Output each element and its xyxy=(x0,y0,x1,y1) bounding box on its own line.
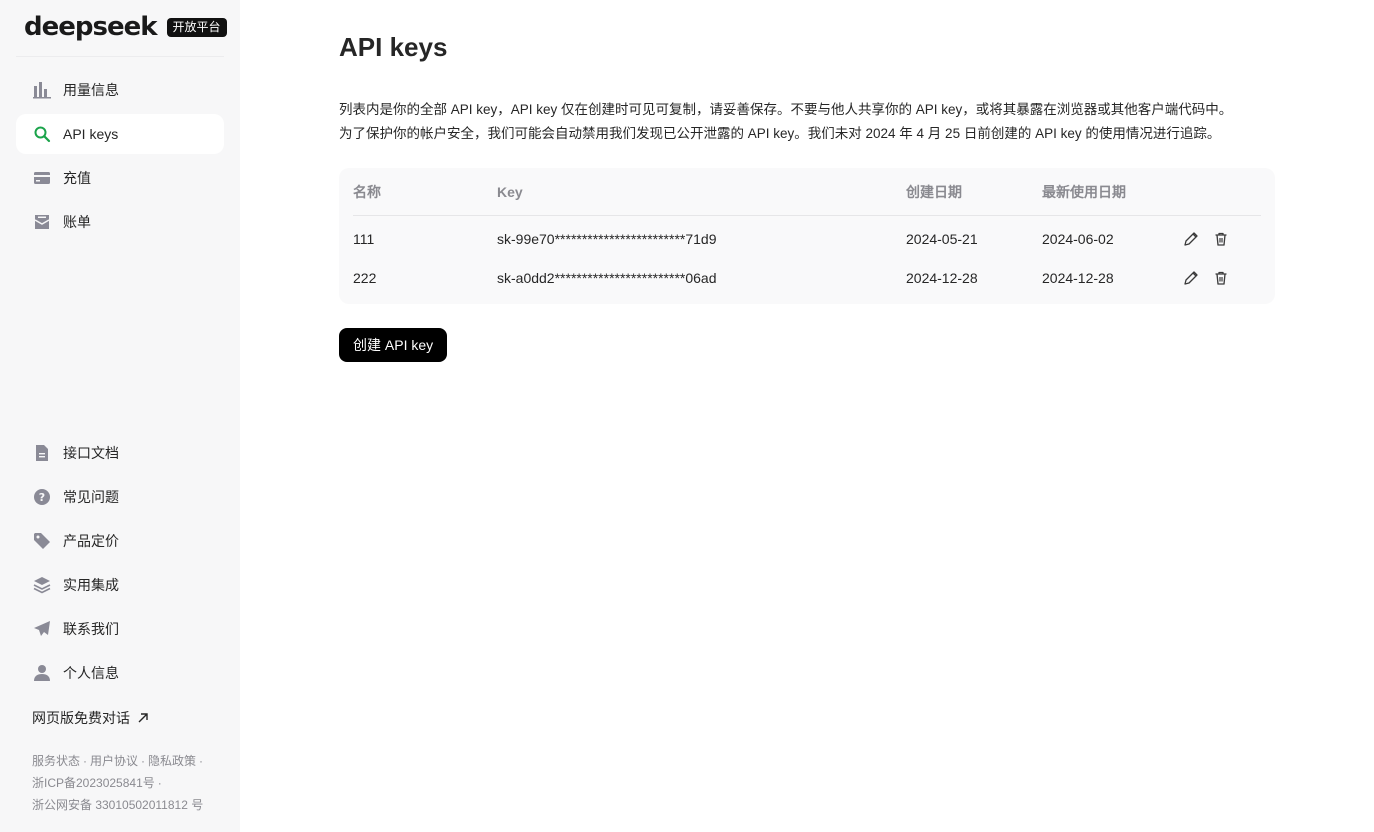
header-created: 创建日期 xyxy=(906,183,962,200)
sidebar-item-label: 用量信息 xyxy=(63,82,119,98)
icp-link[interactable]: 浙ICP备2023025841号 xyxy=(32,776,155,790)
question-icon: ? xyxy=(32,487,52,507)
edit-pencil-icon[interactable] xyxy=(1183,270,1199,286)
sidebar-item-label: 账单 xyxy=(63,214,91,230)
api-keys-table: 名称 Key 创建日期 最新使用日期 111 sk-99e70*********… xyxy=(339,168,1275,304)
table-row: 222 sk-a0dd2************************06ad… xyxy=(353,258,1261,297)
sidebar-item-api-keys[interactable]: API keys xyxy=(16,114,224,154)
sidebar-item-profile[interactable]: 个人信息 xyxy=(16,653,224,693)
created-date: 2024-12-28 xyxy=(906,269,978,286)
brand-divider xyxy=(16,56,224,57)
platform-badge: 开放平台 xyxy=(166,17,227,37)
key-value: sk-99e70************************71d9 xyxy=(497,230,717,247)
sidebar: deepseek 开放平台 用量信息 API keys 充值 账单 接口文档 ?… xyxy=(0,0,240,832)
brand[interactable]: deepseek 开放平台 xyxy=(24,12,227,42)
sidebar-item-label: 个人信息 xyxy=(63,665,119,681)
sidebar-item-label: API keys xyxy=(63,126,119,142)
footer-links: 服务状态 · 用户协议 · 隐私政策 · 浙ICP备2023025841号 · 浙公网安备 … xyxy=(32,754,204,812)
document-icon xyxy=(32,443,52,463)
invoice-icon xyxy=(32,212,52,232)
sidebar-item-usage[interactable]: 用量信息 xyxy=(16,70,224,110)
edit-pencil-icon[interactable] xyxy=(1183,231,1199,247)
key-value: sk-a0dd2************************06ad xyxy=(497,269,717,286)
price-tag-icon xyxy=(32,531,52,551)
bar-chart-icon xyxy=(32,80,52,100)
create-api-key-button[interactable]: 创建 API key xyxy=(339,328,448,362)
page-description: 列表内是你的全部 API key，API key 仅在创建时可见可复制，请妥善保… xyxy=(339,98,1279,146)
key-name: 111 xyxy=(353,230,375,247)
header-name: 名称 xyxy=(353,183,381,200)
last-used-date: 2024-12-28 xyxy=(1042,269,1114,286)
sidebar-item-faq[interactable]: ? 常见问题 xyxy=(16,477,224,517)
free-web-chat-link[interactable]: 网页版免费对话 xyxy=(32,708,150,728)
last-used-date: 2024-06-02 xyxy=(1042,230,1114,247)
sidebar-item-integrations[interactable]: 实用集成 xyxy=(16,565,224,605)
privacy-policy-link[interactable]: 隐私政策 xyxy=(148,754,196,768)
svg-text:?: ? xyxy=(39,491,45,504)
police-record-link[interactable]: 浙公网安备 33010502011812 号 xyxy=(32,798,203,812)
sidebar-item-label: 充值 xyxy=(63,170,91,186)
sidebar-item-label: 实用集成 xyxy=(63,577,119,593)
sidebar-item-billing[interactable]: 账单 xyxy=(16,202,224,242)
sidebar-item-label: 产品定价 xyxy=(63,533,119,549)
row-actions xyxy=(1183,219,1229,258)
sidebar-item-contact[interactable]: 联系我们 xyxy=(16,609,224,649)
sidebar-item-label: 常见问题 xyxy=(63,489,119,505)
sidebar-item-label: 联系我们 xyxy=(63,621,119,637)
user-icon xyxy=(32,663,52,683)
description-line-1: 列表内是你的全部 API key，API key 仅在创建时可见可复制，请妥善保… xyxy=(339,102,1233,117)
delete-trash-icon[interactable] xyxy=(1213,231,1229,247)
header-key: Key xyxy=(497,183,523,200)
layers-icon xyxy=(32,575,52,595)
external-link-arrow-icon xyxy=(138,713,148,723)
free-chat-label: 网页版免费对话 xyxy=(32,710,130,726)
sidebar-item-pricing[interactable]: 产品定价 xyxy=(16,521,224,561)
table-row: 111 sk-99e70************************71d9… xyxy=(353,219,1261,258)
delete-trash-icon[interactable] xyxy=(1213,270,1229,286)
sidebar-item-label: 接口文档 xyxy=(63,445,119,461)
sidebar-item-api-docs[interactable]: 接口文档 xyxy=(16,433,224,473)
row-actions xyxy=(1183,258,1229,297)
created-date: 2024-05-21 xyxy=(906,230,978,247)
credit-card-icon xyxy=(32,168,52,188)
description-line-2: 为了保护你的帐户安全，我们可能会自动禁用我们发现已公开泄露的 API key。我… xyxy=(339,126,1221,141)
table-header: 名称 Key 创建日期 最新使用日期 xyxy=(353,168,1261,216)
page-title: API keys xyxy=(339,32,448,62)
user-agreement-link[interactable]: 用户协议 xyxy=(90,754,138,768)
paper-plane-icon xyxy=(32,619,52,639)
header-last-used: 最新使用日期 xyxy=(1042,183,1126,200)
key-name: 222 xyxy=(353,269,377,286)
service-status-link[interactable]: 服务状态 xyxy=(32,754,80,768)
brand-logo: deepseek xyxy=(24,12,158,42)
search-key-icon xyxy=(32,124,52,144)
sidebar-item-recharge[interactable]: 充值 xyxy=(16,158,224,198)
